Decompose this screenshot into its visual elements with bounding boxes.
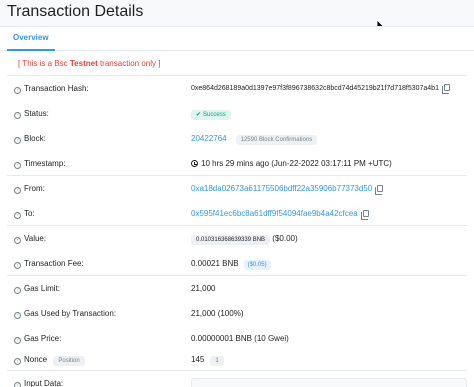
from-label: From: <box>24 184 45 193</box>
row-gas-limit: ? Gas Limit: 21,000 <box>0 283 474 295</box>
from-address-link[interactable]: 0xa18da02673a61175506bdff22a35906b77373d… <box>191 184 372 193</box>
fee-value: 0.00021 BNB <box>191 259 239 268</box>
fee-usd-badge: ($0.05) <box>243 260 271 270</box>
row-timestamp: ? Timestamp: 10 hrs 29 mins ago (Jun-22-2… <box>0 158 474 170</box>
divider <box>7 370 467 371</box>
status-label: Status: <box>24 109 49 118</box>
nonce-value: 145 <box>191 355 205 364</box>
divider <box>7 75 467 76</box>
input-data-label: Input Data: <box>24 379 64 387</box>
notice-prefix: [ This is a Bsc <box>18 59 70 68</box>
tx-hash-label: Transaction Hash: <box>24 84 89 93</box>
copy-icon[interactable] <box>441 84 450 94</box>
nonce-label: Nonce <box>24 355 48 364</box>
to-label: To: <box>24 209 35 218</box>
help-icon[interactable]: ? <box>14 382 21 387</box>
gas-used-label: Gas Used by Transaction: <box>24 309 117 318</box>
value-usd: ($0.00) <box>272 234 298 243</box>
help-icon[interactable]: ? <box>14 287 21 294</box>
gas-limit-label: Gas Limit: <box>24 284 61 293</box>
help-icon[interactable]: ? <box>14 237 21 244</box>
copy-icon[interactable] <box>375 185 384 195</box>
row-transaction-fee: ? Transaction Fee: 0.00021 BNB ($0.05) <box>0 258 474 270</box>
tx-hash-value: 0xe864d268189a0d1397e97f3f896738632c8bcd… <box>191 85 439 92</box>
timestamp-label: Timestamp: <box>24 159 66 168</box>
row-nonce: ? Nonce Position 145 1 <box>0 354 474 366</box>
divider <box>7 225 467 226</box>
row-to: ? To: 0x595f41ec6bc8a61dff9f54094fae9b4a4… <box>0 208 474 220</box>
gas-price-label: Gas Price: <box>24 334 62 343</box>
block-label: Block: <box>24 134 46 143</box>
row-block: ? Block: 20422764 12590 Block Confirmation… <box>0 133 474 145</box>
tab-bar: Overview <box>0 27 474 51</box>
row-value: ? Value: 0.010316368639339 BNB ($0.00) <box>0 233 474 245</box>
to-address-link[interactable]: 0x595f41ec6bc8a61dff9f54094fae9b4a42cfce… <box>191 209 358 218</box>
divider <box>7 275 467 276</box>
clock-icon <box>191 160 198 167</box>
tab-overview[interactable]: Overview <box>7 27 55 51</box>
copy-icon[interactable] <box>360 210 369 220</box>
row-transaction-hash: ? Transaction Hash: 0xe864d268189a0d1397e… <box>0 83 474 95</box>
page-title: Transaction Details <box>7 3 144 20</box>
status-value: Success <box>203 112 226 118</box>
row-gas-price: ? Gas Price: 0.00000001 BNB (10 Gwei) <box>0 333 474 345</box>
row-input-data: ? Input Data: <box>0 378 474 387</box>
value-amount-badge: 0.010316368639339 BNB <box>191 235 271 245</box>
row-gas-used: ? Gas Used by Transaction: 21,000 (100%) <box>0 308 474 320</box>
input-data-box[interactable] <box>191 378 467 387</box>
notice-emphasis: Testnet <box>69 59 98 68</box>
timestamp-value: 10 hrs 29 mins ago (Jun-22-2022 03:17:11… <box>201 159 392 168</box>
help-icon[interactable]: ? <box>14 187 21 194</box>
help-icon[interactable]: ? <box>14 162 21 169</box>
help-icon[interactable]: ? <box>14 262 21 269</box>
notice-suffix: transaction only ] <box>97 59 161 68</box>
nonce-position-tag: Position <box>53 356 85 366</box>
nonce-position-value: 1 <box>210 356 224 366</box>
help-icon[interactable]: ? <box>14 137 21 144</box>
row-from: ? From: 0xa18da02673a61175506bdff22a35906… <box>0 183 474 195</box>
help-icon[interactable]: ? <box>14 358 21 365</box>
gas-price-value: 0.00000001 BNB (10 Gwei) <box>191 334 289 343</box>
value-label: Value: <box>24 234 47 243</box>
testnet-notice: [ This is a Bsc Testnet transaction only… <box>18 59 160 68</box>
block-confirmations-badge: 12590 Block Confirmations <box>235 135 318 145</box>
help-icon[interactable]: ? <box>14 212 21 219</box>
row-status: ? Status: ✔ Success <box>0 108 474 120</box>
divider <box>7 175 467 176</box>
check-circle-icon: ✔ <box>196 112 202 118</box>
gas-used-value: 21,000 (100%) <box>191 309 244 318</box>
gas-limit-value: 21,000 <box>191 284 216 293</box>
help-icon[interactable]: ? <box>14 112 21 119</box>
block-number-link[interactable]: 20422764 <box>191 134 227 143</box>
transaction-card: Overview [ This is a Bsc Testnet transac… <box>0 26 474 387</box>
help-icon[interactable]: ? <box>14 87 21 94</box>
status-badge: ✔ Success <box>191 110 231 120</box>
help-icon[interactable]: ? <box>14 337 21 344</box>
help-icon[interactable]: ? <box>14 312 21 319</box>
fee-label: Transaction Fee: <box>24 259 84 268</box>
